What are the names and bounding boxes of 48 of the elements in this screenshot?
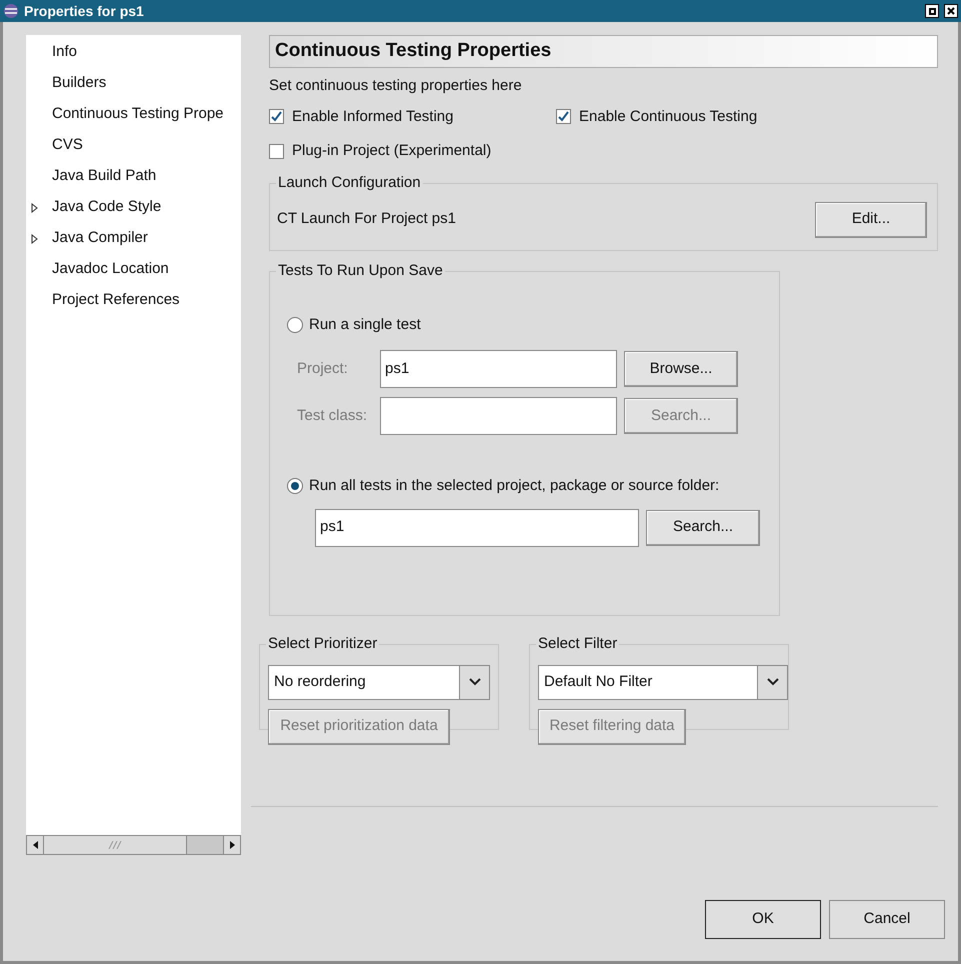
page-title: Continuous Testing Properties [275,39,552,64]
button[interactable]: Browse... [624,351,738,387]
launch-config-text: CT Launch For Project ps1 [277,209,456,230]
dropdown-value: Default No Filter [543,672,654,692]
checkbox[interactable] [269,109,284,124]
horizontal-scrollbar[interactable] [26,835,241,855]
button[interactable]: Edit... [815,202,927,238]
checkbox[interactable] [556,109,571,124]
button[interactable]: Search... [646,510,760,546]
input-field[interactable]: ps1 [315,508,639,546]
scrollbar-thumb[interactable] [44,836,187,854]
input-field[interactable]: ps1 [380,350,617,388]
tree-item[interactable]: Java Compiler [26,223,241,254]
field-label: Test class: [296,406,368,426]
input-field[interactable] [380,397,617,435]
checkbox-label: Plug-in Project (Experimental) [292,141,492,161]
tree-item[interactable]: Java Build Path [26,161,241,192]
tree-item[interactable]: CVS [26,130,241,161]
close-button[interactable] [944,4,958,18]
expand-arrow-icon[interactable] [31,234,38,244]
radio-label: Run a single test [309,314,421,334]
tree-item[interactable]: Java Code Style [26,192,241,223]
checkbox[interactable] [269,144,284,159]
app-logo-icon [3,3,19,19]
arrow-right-icon[interactable] [230,841,234,849]
tree-item[interactable]: Project References [26,285,241,316]
tree-item[interactable]: Builders [26,68,241,99]
chevron-down-icon [468,678,480,686]
field-label: Project: [296,358,349,379]
arrow-left-icon[interactable] [32,841,38,849]
window-title: Properties for ps1 [24,2,145,21]
dialog-button[interactable]: Cancel [829,900,945,939]
tree-item[interactable]: Info [26,37,241,68]
maximize-button[interactable] [925,4,939,18]
page-description: Set continuous testing properties here [269,76,523,96]
dropdown[interactable]: Default No Filter [538,664,788,700]
checkbox-label: Enable Informed Testing [292,106,454,126]
chevron-down-icon [766,678,778,686]
dialog-button[interactable]: OK [705,900,821,939]
expand-arrow-icon[interactable] [31,202,38,212]
checkbox-label: Enable Continuous Testing [579,106,758,126]
tree-item[interactable]: Javadoc Location [26,254,241,285]
dropdown[interactable]: No reordering [268,664,490,700]
radio-button[interactable] [287,316,303,333]
tree-item[interactable]: Continuous Testing Prope [26,99,241,130]
radio-label: Run all tests in the selected project, package or source folder: [309,476,720,496]
dropdown-value: No reordering [273,672,367,692]
radio-button[interactable] [287,478,303,494]
